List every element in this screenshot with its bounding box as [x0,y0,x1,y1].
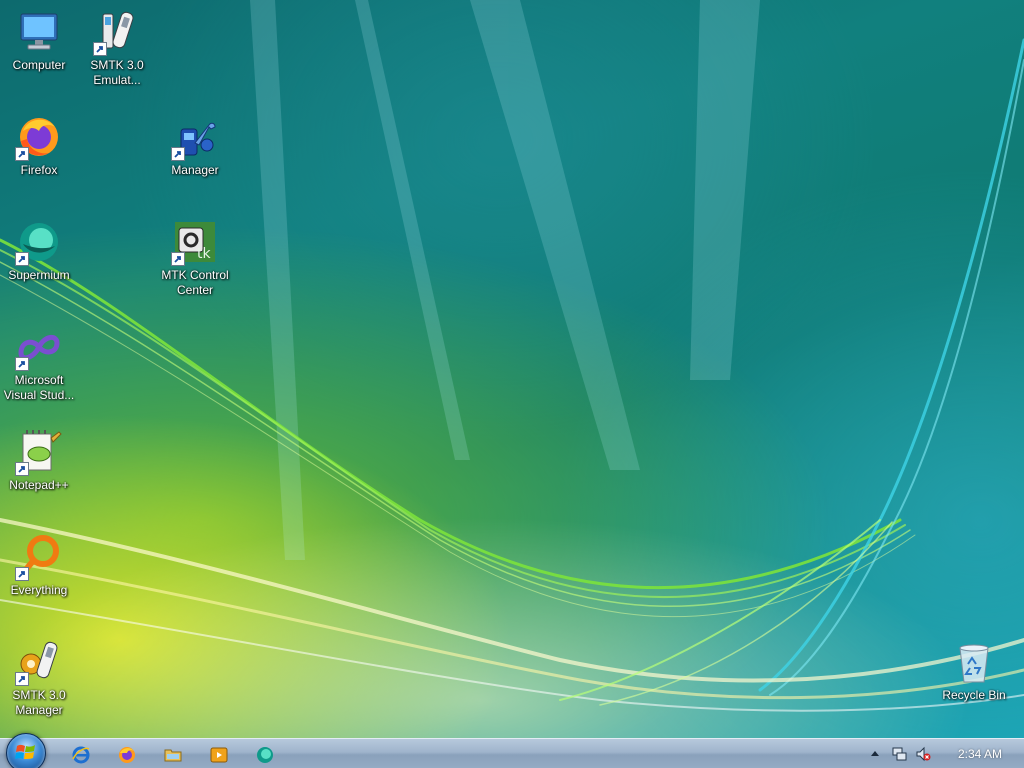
media-player-icon [210,747,228,763]
quicklaunch-firefox[interactable] [116,744,138,766]
clock[interactable]: 2:34 AM [944,747,1016,761]
quicklaunch-explorer[interactable] [162,744,184,766]
network-icon [892,747,907,761]
shortcut-arrow-icon [171,252,185,266]
desktop-icon-label: Computer [12,58,66,72]
internet-explorer-icon [72,746,90,764]
desktop-icon-label: Recycle Bin [942,688,1006,702]
desktop-icon-manager[interactable]: Manager [157,113,233,178]
firefox-icon [119,747,135,763]
computer-icon [20,13,58,50]
shortcut-arrow-icon [93,42,107,56]
volume-tray-button[interactable] [914,745,932,763]
quicklaunch-supermium[interactable] [254,744,276,766]
desktop-icon-notepadpp[interactable]: Notepad++ [1,428,77,493]
shortcut-arrow-icon [15,462,29,476]
desktop-icon-label: Firefox [20,163,58,177]
start-orb-icon [15,744,35,759]
shortcut-arrow-icon [15,567,29,581]
desktop-icon-firefox[interactable]: Firefox [1,113,77,178]
show-hidden-icons-arrow [871,751,879,756]
desktop-icon-label: SMTK 3.0 Emulat... [90,58,144,87]
supermium-icon [257,747,273,763]
explorer-folder-icon [164,749,182,762]
desktop-icon-mtk-control-center[interactable]: tk MTK Control Center [157,218,233,298]
taskbar: 2:34 AM [0,733,1024,768]
desktop-icon-label: SMTK 3.0 Manager [12,688,66,717]
shortcut-arrow-icon [15,147,29,161]
start-button[interactable] [6,733,46,768]
show-hidden-icons-button[interactable] [866,745,884,763]
shortcut-arrow-icon [171,147,185,161]
desktop-icon-label: Everything [10,583,68,597]
recycle-bin-icon [959,644,989,683]
shortcut-arrow-icon [15,357,29,371]
desktop-icon-computer[interactable]: Computer [1,8,77,73]
desktop-icon-label: Supermium [8,268,70,282]
desktop-icon-everything[interactable]: Everything [1,533,77,598]
desktop-icon-visual-studio[interactable]: Microsoft Visual Stud... [1,323,77,403]
desktop-icon-recycle-bin[interactable]: Recycle Bin [936,638,1012,703]
quicklaunch-internet-explorer[interactable] [70,744,92,766]
desktop-icon-label: Microsoft Visual Stud... [3,373,75,402]
desktop-icon-supermium[interactable]: Supermium [1,218,77,283]
desktop-icon-smtk-manager[interactable]: SMTK 3.0 Manager [1,638,77,718]
desktop-icon-label: Notepad++ [9,478,69,492]
quicklaunch-media-player[interactable] [208,744,230,766]
network-tray-button[interactable] [890,745,908,763]
desktop-icon-label: Manager [171,163,219,177]
wallpaper [0,0,1024,712]
desktop-icon-label: MTK Control Center [161,268,229,297]
volume-muted-icon [916,746,931,762]
shortcut-arrow-icon [15,672,29,686]
shortcut-arrow-icon [15,252,29,266]
svg-text:tk: tk [197,246,211,262]
desktop-icon-smtk-emulator[interactable]: SMTK 3.0 Emulat... [79,8,155,88]
